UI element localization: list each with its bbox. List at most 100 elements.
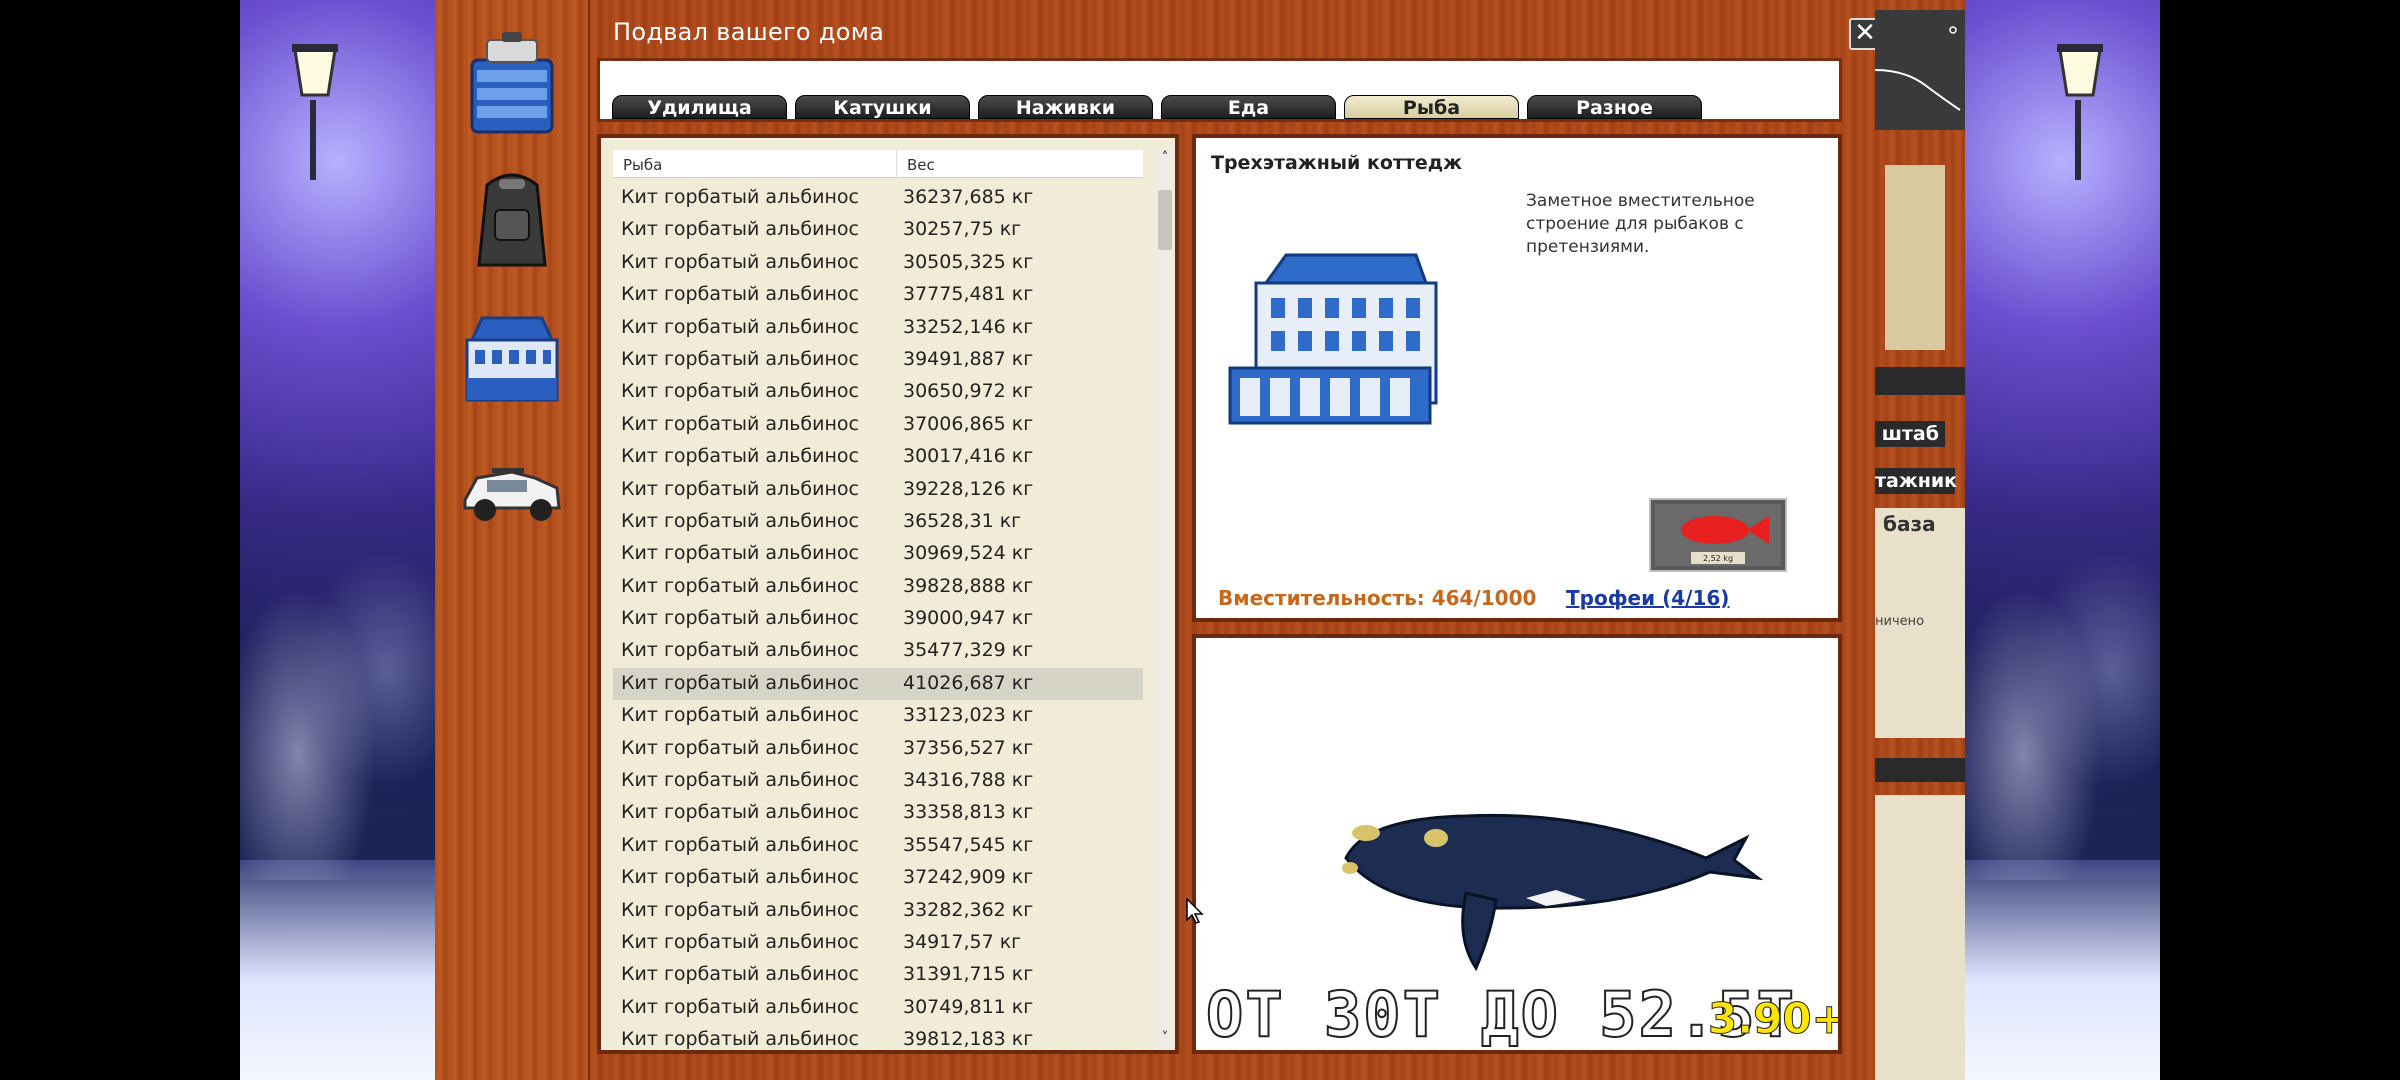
trophies-link[interactable]: Трофеи (4/16) (1566, 586, 1729, 610)
fish-trophy-icon: 2,52 kg (1655, 504, 1781, 566)
fish-weight: 39491,887 кг (903, 347, 1034, 370)
fish-weight: 30650,972 кг (903, 380, 1034, 403)
list-item[interactable]: Кит горбатый альбинос 30969,524 кг (613, 538, 1143, 570)
street-lamp-icon (2057, 44, 2103, 180)
fish-weight: 39828,888 кг (903, 574, 1034, 597)
snowy-trees (1965, 460, 2160, 880)
list-item[interactable]: Кит горбатый альбинос 35477,329 кг (613, 635, 1143, 667)
fish-weight: 37006,865 кг (903, 412, 1034, 435)
fish-weight: 30017,416 кг (903, 445, 1034, 468)
fish-weight: 35547,545 кг (903, 833, 1034, 856)
fish-name: Кит горбатый альбинос (621, 963, 859, 986)
fish-name: Кит горбатый альбинос (621, 380, 859, 403)
list-item[interactable]: Кит горбатый альбинос 30505,325 кг (613, 247, 1143, 279)
list-item[interactable]: Кит горбатый альбинос 30017,416 кг (613, 441, 1143, 473)
fish-name: Кит горбатый альбинос (621, 607, 859, 630)
list-item[interactable]: Кит горбатый альбинос 33282,362 кг (613, 895, 1143, 927)
whale-image (1342, 813, 1764, 972)
fish-name: Кит горбатый альбинос (621, 509, 859, 532)
list-header: Рыба Вес (613, 150, 1143, 178)
column-header-fish[interactable]: Рыба (623, 156, 662, 174)
list-item[interactable]: Кит горбатый альбинос 33252,146 кг (613, 312, 1143, 344)
list-item[interactable]: Кит горбатый альбинос 37006,865 кг (613, 409, 1143, 441)
fish-weight: 33123,023 кг (903, 704, 1034, 727)
minimap[interactable] (1874, 10, 1965, 130)
fish-name: Кит горбатый альбинос (621, 736, 859, 759)
list-item[interactable]: Кит горбатый альбинос 30650,972 кг (613, 376, 1143, 408)
fish-weight: 34917,57 кг (903, 930, 1022, 953)
fish-weight: 34316,788 кг (903, 769, 1034, 792)
tab-reels[interactable]: Катушки (795, 95, 970, 119)
list-item[interactable]: Кит горбатый альбинос 39828,888 кг (613, 571, 1143, 603)
list-item[interactable]: Кит горбатый альбинос 41026,687 кг (613, 667, 1143, 701)
background-art-left (240, 0, 435, 1080)
list-item[interactable]: Кит горбатый альбинос 36237,685 кг (613, 182, 1143, 214)
list-item[interactable]: Кит горбатый альбинос 30257,75 кг (613, 214, 1143, 246)
list-item[interactable]: Кит горбатый альбинос 33123,023 кг (613, 700, 1143, 732)
preview-panel: ОТ 30Т ДО 52.5Т 3.90+ (1192, 634, 1842, 1054)
column-header-weight[interactable]: Вес (907, 156, 935, 174)
tab-baits[interactable]: Наживки (978, 95, 1153, 119)
fish-name: Кит горбатый альбинос (621, 671, 859, 694)
fish-name: Кит горбатый альбинос (621, 898, 859, 921)
map-scroll[interactable] (1885, 165, 1945, 350)
snowy-trees (240, 460, 435, 880)
fish-name: Кит горбатый альбинос (621, 930, 859, 953)
fish-name: Кит горбатый альбинос (621, 542, 859, 565)
mouse-cursor-icon (1186, 898, 1204, 924)
trophy-plate-image[interactable]: 2,52 kg (1649, 498, 1787, 572)
tackle-box-icon[interactable] (457, 30, 567, 140)
list-item[interactable]: Кит горбатый альбинос 36528,31 кг (613, 506, 1143, 538)
fish-weight: 37242,909 кг (903, 866, 1034, 889)
list-item[interactable]: Кит горбатый альбинос 31391,715 кг (613, 959, 1143, 991)
tab-misc[interactable]: Разное (1527, 95, 1702, 119)
fish-list-panel: Рыба Вес Кит горбатый альбинос 36237,685 … (597, 134, 1179, 1054)
fish-name: Кит горбатый альбинос (621, 412, 859, 435)
list-item[interactable]: Кит горбатый альбинос 39812,183 кг (613, 1024, 1143, 1056)
background-art-right (1965, 0, 2160, 1080)
fish-name: Кит горбатый альбинос (621, 218, 859, 241)
tab-food[interactable]: Еда (1161, 95, 1336, 119)
list-item[interactable]: Кит горбатый альбинос 34316,788 кг (613, 765, 1143, 797)
list-item[interactable]: Кит горбатый альбинос 33358,813 кг (613, 797, 1143, 829)
house-icon[interactable] (457, 300, 567, 410)
list-item[interactable]: Кит горбатый альбинос 30749,811 кг (613, 992, 1143, 1024)
backpack-icon[interactable] (457, 165, 567, 275)
tab-fish[interactable]: Рыба (1344, 95, 1519, 119)
list-item[interactable]: Кит горбатый альбинос 35547,545 кг (613, 830, 1143, 862)
background-panel-peek: штаб тажник база ничено (1874, 0, 1965, 1080)
peek-bar (1875, 758, 1965, 782)
scroll-down-icon[interactable]: ˅ (1155, 1030, 1175, 1050)
fish-weight: 30969,524 кг (903, 542, 1034, 565)
scale-button[interactable]: штаб (1875, 421, 1945, 447)
fish-name: Кит горбатый альбинос (621, 347, 859, 370)
car-icon[interactable] (457, 430, 567, 540)
list-item[interactable]: Кит горбатый альбинос 39000,947 кг (613, 603, 1143, 635)
list-item[interactable]: Кит горбатый альбинос 34917,57 кг (613, 927, 1143, 959)
item-info-panel: Трехэтажный коттедж Заметное вместительн… (1192, 134, 1842, 622)
scroll-thumb[interactable] (1158, 190, 1172, 250)
street-lamp-icon (292, 44, 338, 180)
fish-name: Кит горбатый альбинос (621, 866, 859, 889)
fish-weight: 39812,183 кг (903, 1028, 1034, 1051)
fish-weight: 37356,527 кг (903, 736, 1034, 759)
list-item[interactable]: Кит горбатый альбинос 37775,481 кг (613, 279, 1143, 311)
tag-button[interactable]: тажник (1875, 468, 1957, 494)
scroll-up-icon[interactable]: ˄ (1155, 150, 1175, 170)
tab-rods[interactable]: Удилища (612, 95, 787, 119)
fish-name: Кит горбатый альбинос (621, 1028, 859, 1051)
fish-weight: 30257,75 кг (903, 218, 1022, 241)
list-item[interactable]: Кит горбатый альбинос 39491,887 кг (613, 344, 1143, 376)
version-caption: 3.90+ (1708, 994, 1842, 1044)
list-scrollbar[interactable]: ˄ ˅ (1155, 150, 1175, 1050)
peek-bar (1875, 367, 1965, 395)
fish-name: Кит горбатый альбинос (621, 574, 859, 597)
list-item[interactable]: Кит горбатый альбинос 39228,126 кг (613, 474, 1143, 506)
item-description: Заметное вместительное строение для рыба… (1526, 191, 1755, 257)
list-item[interactable]: Кит горбатый альбинос 37356,527 кг (613, 733, 1143, 765)
fish-weight: 30749,811 кг (903, 995, 1034, 1018)
snow-ground (1965, 860, 2160, 1080)
fish-name: Кит горбатый альбинос (621, 769, 859, 792)
fish-weight: 39000,947 кг (903, 607, 1034, 630)
list-item[interactable]: Кит горбатый альбинос 37242,909 кг (613, 862, 1143, 894)
